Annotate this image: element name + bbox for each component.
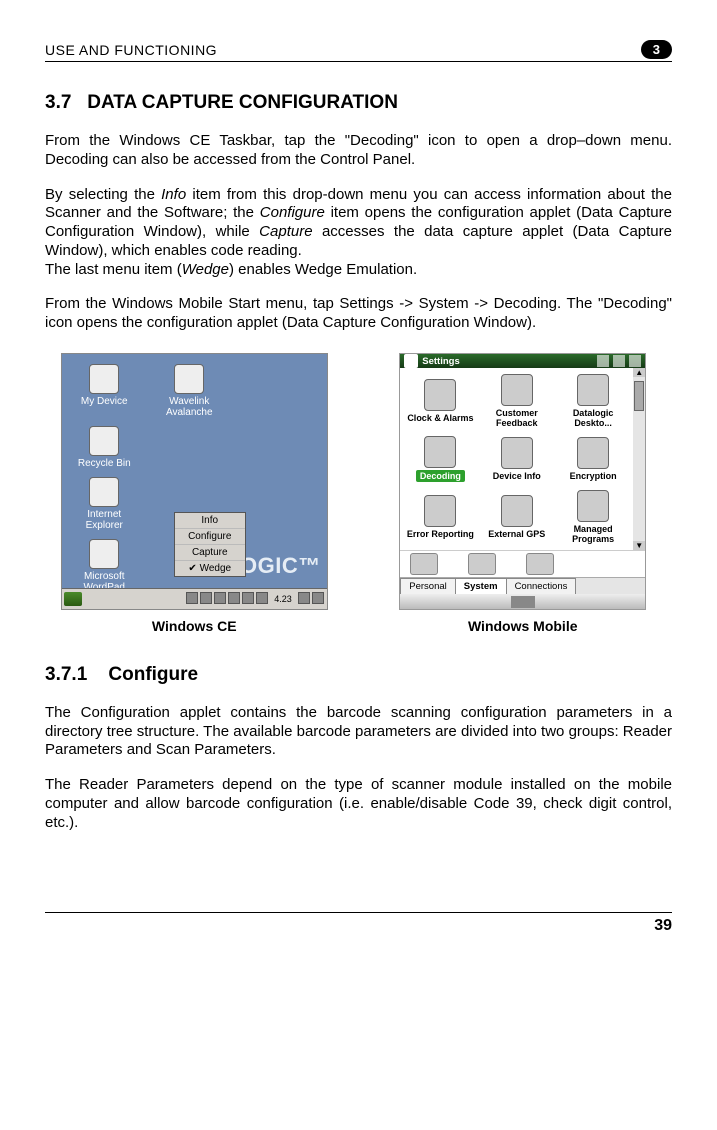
wm-caption: Windows Mobile: [374, 618, 673, 634]
wm-item-encryption[interactable]: Encryption: [555, 430, 631, 488]
section-heading: 3.7 DATA CAPTURE CONFIGURATION: [45, 92, 672, 114]
wm-item-managed-programs[interactable]: Managed Programs: [555, 488, 631, 546]
sub-paragraph-2: The Reader Parameters depend on the type…: [45, 776, 672, 832]
tray-icon[interactable]: [298, 592, 310, 604]
partial-icon[interactable]: [410, 553, 438, 575]
wm-titlebar: Settings: [400, 354, 645, 369]
ce-decoding-menu: Info Configure Capture ✔ Wedge: [174, 512, 246, 577]
tray-icon[interactable]: [242, 592, 254, 604]
scroll-up-icon[interactable]: ▲: [633, 368, 645, 377]
ce-taskbar: 4.23: [62, 588, 327, 609]
partial-icon[interactable]: [468, 553, 496, 575]
page-footer: 39: [45, 912, 672, 935]
chapter-badge: 3: [641, 40, 672, 59]
close-icon[interactable]: [629, 355, 641, 367]
wm-tabs: Personal System Connections: [400, 577, 645, 594]
start-button-icon[interactable]: [64, 592, 82, 606]
paragraph-4: From the Windows Mobile Start menu, tap …: [45, 295, 672, 333]
signal-icon: [597, 355, 609, 367]
wm-bottom-bar: [400, 594, 645, 609]
wm-item-error-reporting[interactable]: Error Reporting: [402, 488, 478, 546]
scroll-thumb[interactable]: [634, 381, 644, 411]
wm-item-datalogic[interactable]: Datalogic Deskto...: [555, 372, 631, 430]
tray-icon[interactable]: [214, 592, 226, 604]
paragraph-1: From the Windows CE Taskbar, tap the "De…: [45, 132, 672, 170]
figure-windows-mobile: Settings Clock & Alarms Customer Feedbac…: [374, 353, 673, 634]
wm-partial-row: [400, 550, 645, 577]
ce-icon-ie[interactable]: Internet Explorer: [72, 477, 137, 531]
wm-title-text: Settings: [422, 356, 459, 367]
tray-icon[interactable]: [312, 592, 324, 604]
wm-item-device-info[interactable]: Device Info: [479, 430, 555, 488]
wm-screenshot: Settings Clock & Alarms Customer Feedbac…: [399, 353, 646, 610]
ce-menu-configure[interactable]: Configure: [175, 529, 245, 545]
figures-row: My Device Wavelink Avalanche Recycle Bin…: [45, 353, 672, 634]
scroll-down-icon[interactable]: ▼: [633, 541, 645, 550]
ce-icon-recycle-bin[interactable]: Recycle Bin: [72, 426, 137, 469]
paragraph-2: By selecting the Info item from this dro…: [45, 186, 672, 261]
section-title: DATA CAPTURE CONFIGURATION: [87, 92, 398, 113]
sub-paragraph-1: The Configuration applet contains the ba…: [45, 704, 672, 760]
subsection-title: Configure: [108, 664, 198, 685]
wm-settings-grid: Clock & Alarms Customer Feedback Datalog…: [400, 368, 633, 550]
ce-tray-icons: [185, 592, 269, 606]
page-number: 39: [654, 917, 672, 935]
wm-tab-personal[interactable]: Personal: [400, 578, 456, 594]
figure-windows-ce: My Device Wavelink Avalanche Recycle Bin…: [45, 353, 344, 634]
tray-icon[interactable]: [186, 592, 198, 604]
wm-item-clock[interactable]: Clock & Alarms: [402, 372, 478, 430]
paragraph-3: The last menu item (Wedge) enables Wedge…: [45, 261, 672, 280]
ce-menu-capture[interactable]: Capture: [175, 545, 245, 561]
tray-icon[interactable]: [228, 592, 240, 604]
page-header: USE AND FUNCTIONING 3: [45, 40, 672, 62]
ce-screenshot: My Device Wavelink Avalanche Recycle Bin…: [61, 353, 328, 610]
wm-tab-connections[interactable]: Connections: [506, 578, 577, 594]
header-title: USE AND FUNCTIONING: [45, 42, 217, 58]
ce-icon-wavelink[interactable]: Wavelink Avalanche: [157, 364, 222, 418]
keyboard-icon[interactable]: [511, 596, 535, 608]
wm-item-external-gps[interactable]: External GPS: [479, 488, 555, 546]
wm-tab-system[interactable]: System: [455, 578, 507, 594]
wm-item-decoding[interactable]: Decoding: [402, 430, 478, 488]
section-number: 3.7: [45, 92, 71, 113]
tray-icon[interactable]: [256, 592, 268, 604]
ce-icon-my-device[interactable]: My Device: [72, 364, 137, 418]
partial-icon[interactable]: [526, 553, 554, 575]
volume-icon[interactable]: [613, 355, 625, 367]
tray-icon[interactable]: [200, 592, 212, 604]
ce-icon-wordpad[interactable]: Microsoft WordPad: [72, 539, 137, 593]
ce-clock: 4.23: [271, 594, 295, 604]
subsection-heading: 3.7.1 Configure: [45, 664, 672, 686]
wm-item-feedback[interactable]: Customer Feedback: [479, 372, 555, 430]
ce-menu-wedge[interactable]: ✔ Wedge: [175, 561, 245, 576]
start-flag-icon[interactable]: [404, 354, 418, 368]
wm-scrollbar[interactable]: ▲ ▼: [633, 368, 645, 550]
ce-caption: Windows CE: [45, 618, 344, 634]
ce-menu-info[interactable]: Info: [175, 513, 245, 529]
subsection-number: 3.7.1: [45, 664, 87, 685]
